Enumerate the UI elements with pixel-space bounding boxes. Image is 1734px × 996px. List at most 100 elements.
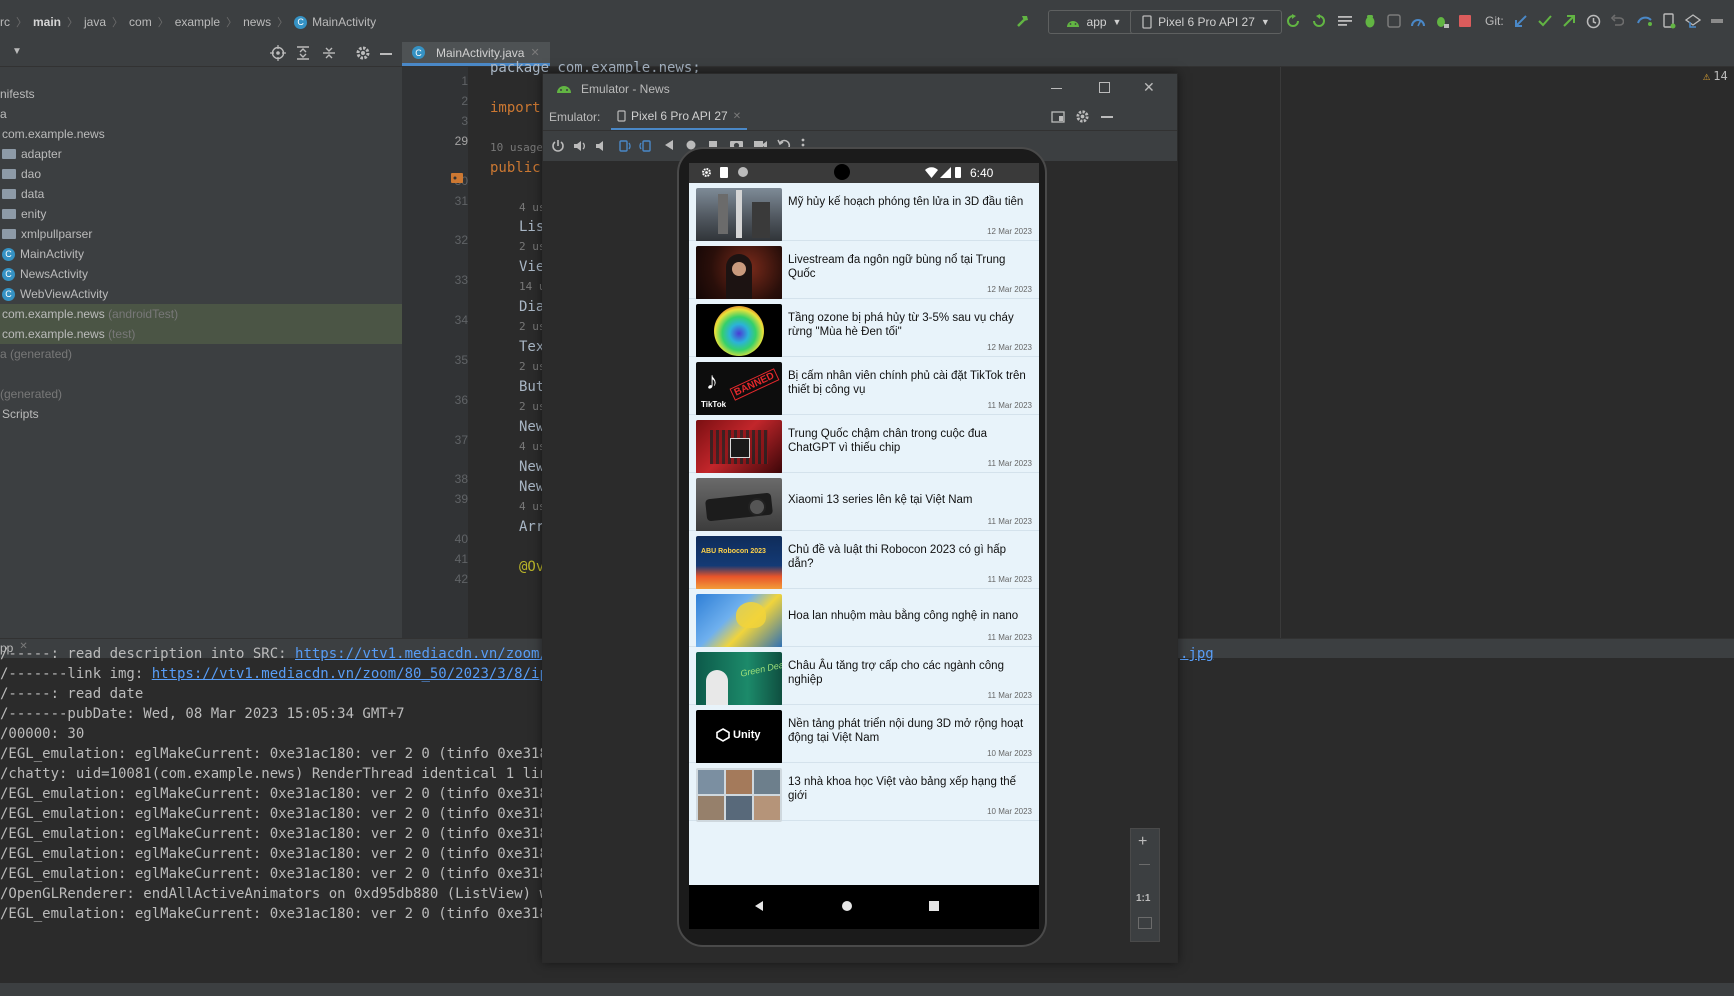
- nav-overview-icon[interactable]: [929, 901, 939, 911]
- rotate-right-icon[interactable]: [639, 139, 653, 153]
- more-actions-icon[interactable]: [1708, 10, 1726, 32]
- zoom-in-icon[interactable]: +: [1138, 833, 1147, 851]
- news-item[interactable]: Green Deal Châu Âu tăng trợ cấp cho các …: [689, 647, 1039, 706]
- news-item[interactable]: Xiaomi 13 series lên kệ tại Việt Nam 11 …: [689, 473, 1039, 532]
- debug-bug-icon[interactable]: [1361, 10, 1379, 32]
- build-hammer-icon[interactable]: [1014, 10, 1032, 32]
- news-title: Xiaomi 13 series lên kệ tại Việt Nam: [788, 494, 973, 506]
- breadcrumb-item[interactable]: rc: [0, 15, 10, 29]
- emulator-window: Emulator - News ✕ Emulator: Pixel 6 Pro …: [542, 73, 1178, 963]
- rollback-icon[interactable]: [1608, 10, 1626, 32]
- apply-changes-icon[interactable]: [1284, 10, 1302, 32]
- collapse-all-icon[interactable]: [322, 46, 336, 60]
- minimize-icon[interactable]: [1051, 88, 1062, 89]
- hide-panel-icon[interactable]: [1101, 116, 1113, 118]
- news-item[interactable]: Trung Quốc chậm chân trong cuộc đua Chat…: [689, 415, 1039, 474]
- back-icon[interactable]: [663, 139, 675, 151]
- stop-icon[interactable]: [1456, 10, 1474, 32]
- news-title: Mỹ hủy kế hoạch phóng tên lửa in 3D đầu …: [788, 196, 1024, 208]
- gear-icon[interactable]: [355, 45, 371, 61]
- expand-all-icon[interactable]: [296, 46, 310, 60]
- volume-up-icon[interactable]: [573, 139, 587, 153]
- news-thumbnail: [696, 304, 782, 358]
- news-item[interactable]: ♪ TikTok BANNED Bị cấm nhân viên chính p…: [689, 357, 1039, 416]
- rotate-left-icon[interactable]: [617, 139, 631, 153]
- logcat-list-icon[interactable]: [1336, 10, 1354, 32]
- breadcrumb-item[interactable]: java: [84, 15, 106, 29]
- tree-item-webviewactivity[interactable]: C WebViewActivity: [0, 284, 404, 304]
- history-clock-icon[interactable]: [1584, 10, 1602, 32]
- tree-item-adapter[interactable]: adapter: [0, 144, 404, 164]
- sync-gradle-icon[interactable]: [1636, 10, 1654, 32]
- power-icon[interactable]: [551, 139, 565, 153]
- zoom-actual-size[interactable]: 1:1: [1136, 893, 1150, 904]
- tree-item-dao[interactable]: dao: [0, 164, 404, 184]
- activity-gutter-icon[interactable]: [450, 171, 464, 185]
- tree-item-xmlpullparser[interactable]: xmlpullparser: [0, 224, 404, 244]
- device-manager-icon[interactable]: [1660, 10, 1678, 32]
- tree-item[interactable]: com.example.news: [0, 124, 402, 144]
- news-item[interactable]: Unity Nền tảng phát triển nội dung 3D mở…: [689, 705, 1039, 764]
- news-title: Châu Âu tăng trợ cấp cho các ngành công …: [788, 660, 1004, 686]
- locate-target-icon[interactable]: [270, 45, 286, 61]
- tree-item[interactable]: a: [0, 104, 402, 124]
- maximize-icon[interactable]: [1099, 82, 1110, 93]
- tree-item-scripts[interactable]: Scripts: [0, 404, 402, 424]
- volume-down-icon[interactable]: [595, 139, 609, 153]
- inspection-widget[interactable]: ⚠ 14: [1703, 69, 1728, 83]
- news-item[interactable]: Tầng ozone bị phá hủy từ 3-5% sau vụ chá…: [689, 299, 1039, 358]
- close-icon[interactable]: ✕: [733, 111, 741, 122]
- coverage-icon[interactable]: [1385, 10, 1403, 32]
- tree-item[interactable]: a (generated): [0, 344, 402, 364]
- sdk-manager-icon[interactable]: [1684, 10, 1702, 32]
- apply-code-changes-icon[interactable]: [1310, 10, 1328, 32]
- log-link[interactable]: .jpg: [1180, 646, 1214, 662]
- nav-back-icon[interactable]: [753, 900, 765, 912]
- run-config-select[interactable]: app ▼: [1048, 10, 1138, 34]
- log-link[interactable]: https://vtv1.mediacdn.vn/zoom/80_50/2023…: [152, 666, 573, 682]
- hide-panel-icon[interactable]: [380, 53, 392, 55]
- tree-item-androidtest[interactable]: com.example.news (androidTest): [0, 304, 402, 324]
- emulator-tabbar: Emulator: Pixel 6 Pro API 27 ✕: [543, 104, 1177, 131]
- device-select[interactable]: Pixel 6 Pro API 27 ▼: [1130, 10, 1282, 34]
- close-icon[interactable]: ✕: [530, 46, 539, 59]
- news-item[interactable]: ABU Robocon 2023 Chủ đề và luật thi Robo…: [689, 531, 1039, 590]
- breadcrumb-item[interactable]: main: [33, 15, 61, 29]
- close-icon[interactable]: ✕: [1143, 79, 1155, 96]
- zoom-out-icon[interactable]: [1139, 864, 1150, 865]
- news-item[interactable]: Mỹ hủy kế hoạch phóng tên lửa in 3D đầu …: [689, 183, 1039, 242]
- emulator-titlebar: Emulator - News ✕: [543, 74, 1177, 104]
- news-title: Trung Quốc chậm chân trong cuộc đua Chat…: [788, 428, 988, 454]
- log-link[interactable]: https://vtv1.mediacdn.vn/zoom/80_5: [295, 646, 582, 662]
- zoom-fit-icon[interactable]: [1138, 917, 1152, 929]
- news-title: Bị cấm nhân viên chính phủ cài đặt TikTo…: [788, 370, 1026, 396]
- tree-item-enity[interactable]: enity: [0, 204, 404, 224]
- tree-item[interactable]: nifests: [0, 84, 402, 104]
- chevron-down-icon[interactable]: ▼: [12, 46, 22, 57]
- tree-item[interactable]: (generated): [0, 384, 402, 404]
- breadcrumb-item[interactable]: news: [243, 15, 271, 29]
- breadcrumb-active[interactable]: C MainActivity: [294, 15, 376, 29]
- tree-item-test[interactable]: com.example.news (test): [0, 324, 402, 344]
- news-item[interactable]: Livestream đa ngôn ngữ bùng nổ tại Trung…: [689, 241, 1039, 300]
- git-update-icon[interactable]: [1512, 10, 1530, 32]
- git-commit-icon[interactable]: [1536, 10, 1554, 32]
- git-push-icon[interactable]: [1560, 10, 1578, 32]
- tree-item-mainactivity[interactable]: C MainActivity: [0, 244, 404, 264]
- tree-item-newsactivity[interactable]: C NewsActivity: [0, 264, 404, 284]
- breadcrumb-item[interactable]: com: [129, 15, 152, 29]
- extended-display-icon[interactable]: [1051, 110, 1065, 124]
- news-item[interactable]: Hoa lan nhuộm màu bằng công nghệ in nano…: [689, 589, 1039, 648]
- gear-icon[interactable]: [1075, 109, 1090, 124]
- profiler-icon[interactable]: [1409, 10, 1427, 32]
- nav-home-icon[interactable]: [841, 900, 853, 912]
- usages-hint[interactable]: 10 usages: [490, 141, 550, 154]
- breadcrumb-item[interactable]: example: [175, 15, 220, 29]
- line-number: 39: [454, 492, 468, 506]
- tree-item-data[interactable]: data: [0, 184, 404, 204]
- news-item[interactable]: 13 nhà khoa học Việt vào bảng xếp hạng t…: [689, 763, 1039, 822]
- emulator-device-tab[interactable]: Pixel 6 Pro API 27 ✕: [611, 104, 748, 130]
- phone-screen[interactable]: 6:40 Mỹ hủy kế hoạch phóng tên lửa in 3D…: [689, 163, 1039, 917]
- attach-debugger-icon[interactable]: [1433, 10, 1451, 32]
- editor-gutter: 1 2 3 29 30 31 32 33 34 35 36 37 38 39 4…: [402, 67, 468, 638]
